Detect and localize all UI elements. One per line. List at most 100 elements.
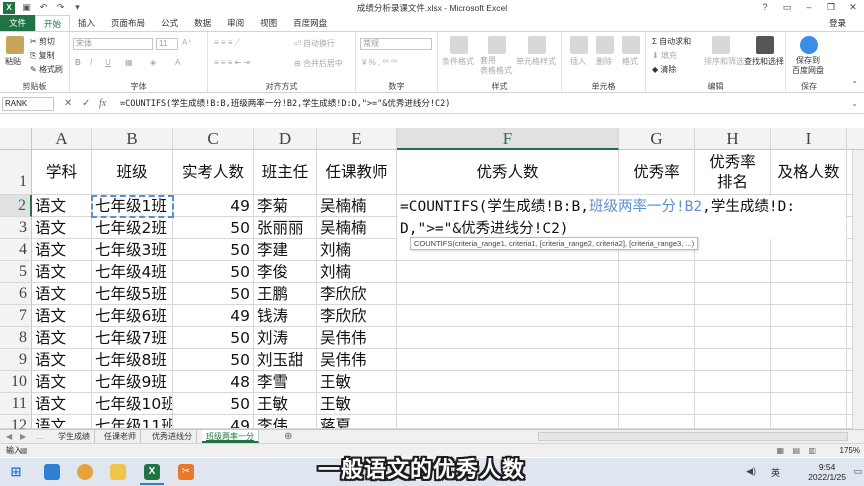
cell-class[interactable]: 七年级8班 — [92, 349, 173, 371]
cell-excellent-rank[interactable] — [695, 239, 771, 261]
format-table-icon[interactable] — [488, 36, 506, 54]
cell-excellent-rank[interactable] — [695, 415, 771, 429]
cell-teacher[interactable]: 李欣欣 — [317, 283, 397, 305]
tab-baidu-pan[interactable]: 百度网盘 — [285, 15, 335, 31]
col-header-next[interactable] — [847, 128, 864, 150]
cell-exam-count[interactable]: 49 — [173, 415, 254, 429]
underline-button[interactable]: U — [105, 58, 111, 67]
cell-subject[interactable]: 语文 — [32, 393, 92, 415]
file-explorer-icon[interactable] — [110, 464, 126, 480]
col-header-b[interactable]: B — [92, 128, 173, 150]
cell-teacher[interactable]: 刘楠 — [317, 239, 397, 261]
cell-teacher[interactable]: 吴楠楠 — [317, 195, 397, 217]
cell-subject[interactable]: 语文 — [32, 349, 92, 371]
row-header[interactable]: 5 — [0, 261, 32, 283]
cell-teacher[interactable]: 蒋夏 — [317, 415, 397, 429]
cell-excellent-count[interactable] — [397, 393, 619, 415]
col-header-i[interactable]: I — [771, 128, 847, 150]
cell-head-teacher[interactable]: 钱涛 — [254, 305, 317, 327]
cell-excellent-rank[interactable] — [695, 261, 771, 283]
zoom-level[interactable]: 175% — [840, 444, 860, 458]
cell-head-teacher[interactable]: 王鹏 — [254, 283, 317, 305]
cell-teacher[interactable]: 刘楠 — [317, 261, 397, 283]
col-header-h[interactable]: H — [695, 128, 771, 150]
conditional-format-button[interactable]: 条件格式 — [442, 56, 474, 67]
cell-class[interactable]: 七年级10班 — [92, 393, 173, 415]
cell-class[interactable]: 七年级11班 — [92, 415, 173, 429]
cell-pass-count[interactable] — [771, 415, 847, 429]
formula-input[interactable]: =COUNTIFS(学生成绩!B:B,班级两率一分!B2,学生成绩!D:D,">… — [120, 97, 450, 111]
cell-head-teacher[interactable]: 张丽丽 — [254, 217, 317, 239]
cut-button[interactable]: ✂ 剪切 — [30, 36, 55, 47]
cell-subject[interactable]: 语文 — [32, 195, 92, 217]
collapse-ribbon-icon[interactable]: ⌃ — [851, 80, 858, 89]
tab-page-layout[interactable]: 页面布局 — [103, 15, 153, 31]
autosum-button[interactable]: Σ 自动求和 — [652, 36, 691, 47]
cell-exam-count[interactable]: 50 — [173, 327, 254, 349]
cell-teacher[interactable]: 吴楠楠 — [317, 217, 397, 239]
cell-exam-count[interactable]: 50 — [173, 261, 254, 283]
insert-cells-button[interactable]: 插入 — [570, 56, 586, 67]
paste-icon[interactable] — [6, 36, 24, 54]
header-excellent-rank[interactable]: 优秀率 排名 — [695, 150, 771, 195]
sheet-nav-next-icon[interactable]: ▶ — [16, 430, 30, 443]
align-left-icon[interactable]: ≡ ≡ ≡ ⇤ ⇥ — [214, 58, 250, 67]
add-sheet-icon[interactable]: ⊕ — [280, 430, 296, 443]
header-head-teacher[interactable]: 班主任 — [254, 150, 317, 195]
app-taskbar-icon[interactable]: ✂ — [178, 464, 194, 480]
font-name-select[interactable]: 宋体 — [73, 38, 153, 50]
font-size-select[interactable]: 11 — [156, 38, 178, 50]
bold-button[interactable]: B — [75, 58, 81, 67]
taskview-icon[interactable] — [44, 464, 60, 480]
cell-subject[interactable]: 语文 — [32, 283, 92, 305]
page-break-view-icon[interactable]: ▥ — [808, 444, 816, 458]
cell-excellent-rank[interactable] — [695, 349, 771, 371]
cell-class[interactable]: 七年级9班 — [92, 371, 173, 393]
sheet-nav-prev-icon[interactable]: ◀ — [2, 430, 16, 443]
cell-exam-count[interactable]: 50 — [173, 239, 254, 261]
windows-start-icon[interactable]: ⊞ — [8, 464, 24, 480]
delete-cells-icon[interactable] — [596, 36, 614, 54]
insert-cells-icon[interactable] — [570, 36, 588, 54]
format-cells-icon[interactable] — [622, 36, 640, 54]
row-header[interactable]: 3 — [0, 217, 32, 239]
align-top-icon[interactable]: ≡ ≡ ≡ ⟋ — [214, 38, 240, 48]
cell-teacher[interactable]: 李欣欣 — [317, 305, 397, 327]
header-excellent-rate[interactable]: 优秀率 — [619, 150, 695, 195]
sort-filter-button[interactable]: 排序和筛选 — [704, 56, 744, 67]
italic-button[interactable]: I — [90, 58, 92, 67]
select-all-corner[interactable] — [0, 128, 32, 150]
name-box[interactable]: RANK — [2, 97, 54, 111]
grow-font-icon[interactable]: A⁺ — [182, 38, 192, 47]
taskbar-clock[interactable]: 9:54 2022/1/25 — [808, 462, 846, 482]
cell-exam-count[interactable]: 50 — [173, 217, 254, 239]
cell-pass-count[interactable] — [771, 239, 847, 261]
header-teacher[interactable]: 任课教师 — [317, 150, 397, 195]
number-format-select[interactable]: 常规 — [360, 38, 432, 50]
cell-teacher[interactable]: 王敏 — [317, 393, 397, 415]
row-header[interactable]: 7 — [0, 305, 32, 327]
find-select-button[interactable]: 查找和选择 — [744, 56, 784, 67]
cell-exam-count[interactable]: 50 — [173, 349, 254, 371]
col-header-e[interactable]: E — [317, 128, 397, 150]
header-subject[interactable]: 学科 — [32, 150, 92, 195]
cell-exam-count[interactable]: 48 — [173, 371, 254, 393]
cancel-icon[interactable]: ✕ — [64, 97, 72, 111]
excel-taskbar-icon[interactable]: X — [144, 464, 160, 480]
sheet-tab-student-scores[interactable]: 学生成绩 — [54, 430, 95, 443]
cell-class[interactable]: 七年级5班 — [92, 283, 173, 305]
sheet-tab-teachers[interactable]: 任课老师 — [100, 430, 141, 443]
ime-indicator[interactable]: 英 — [771, 466, 780, 479]
conditional-format-icon[interactable] — [450, 36, 468, 54]
row-header[interactable]: 12 — [0, 415, 32, 434]
header-pass-count[interactable]: 及格人数 — [771, 150, 847, 195]
paste-button[interactable]: 粘贴 — [5, 56, 21, 67]
page-layout-view-icon[interactable]: ▤ — [792, 444, 800, 458]
close-button[interactable]: ✕ — [842, 0, 864, 15]
cell-class[interactable]: 七年级2班 — [92, 217, 173, 239]
row-header[interactable]: 2 — [0, 195, 32, 217]
tab-review[interactable]: 审阅 — [219, 15, 252, 31]
row-header[interactable]: 4 — [0, 239, 32, 261]
cell-excellent-count[interactable] — [397, 305, 619, 327]
copy-button[interactable]: ⎘ 复制 — [30, 50, 55, 61]
